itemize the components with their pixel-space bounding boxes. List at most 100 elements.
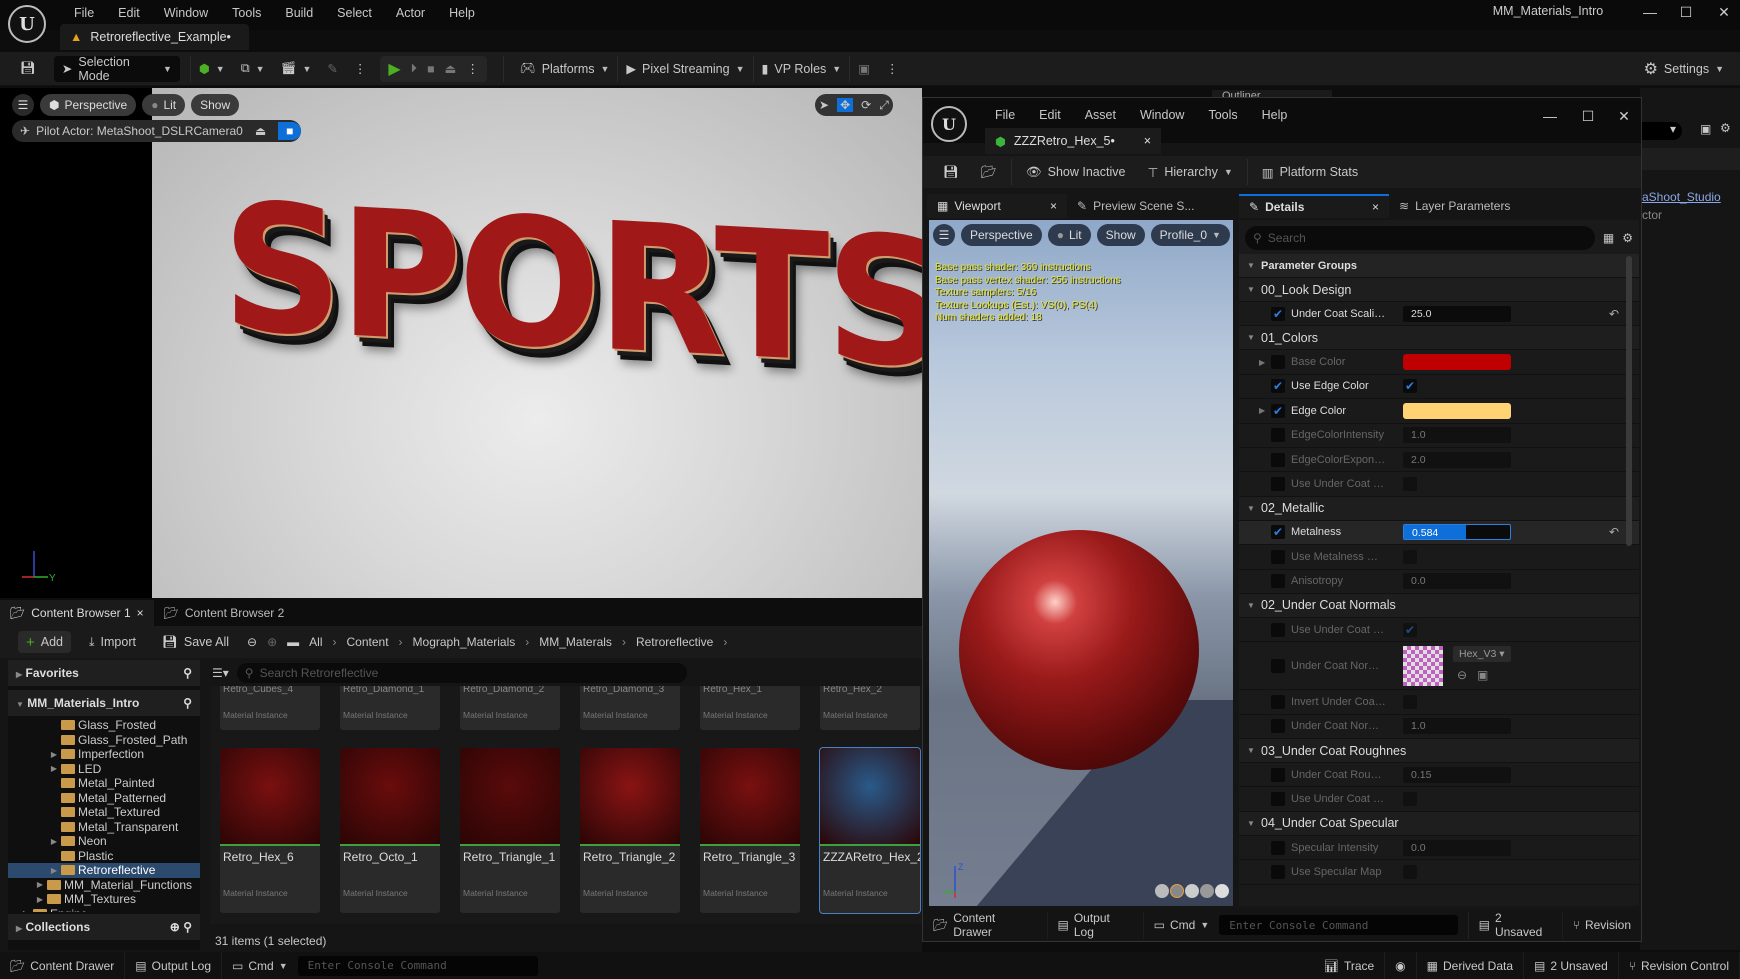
profile-dropdown[interactable]: Profile_0 ▼ <box>1150 224 1230 246</box>
viewport-scene[interactable]: SPORTS <box>152 88 922 598</box>
asset-tile[interactable]: ZZZARetro_Hex_2 Material Instance <box>819 747 921 914</box>
parameter-value-input[interactable]: 25.0 <box>1403 305 1511 322</box>
breadcrumb-all[interactable]: All <box>309 635 322 649</box>
details-search-input[interactable]: ⚲ Search <box>1245 226 1595 250</box>
override-checkbox[interactable]: ✔ <box>1271 403 1285 418</box>
preview-show-button[interactable]: Show <box>1096 224 1145 246</box>
play-icon[interactable]: ▶ <box>388 59 400 79</box>
lit-button[interactable]: ● Lit <box>142 94 186 116</box>
texture-thumbnail[interactable] <box>1403 645 1443 686</box>
asset-tile[interactable]: Retro_Hex_1 Material Instance <box>700 686 800 730</box>
eject-pilot-icon[interactable]: ⏏ <box>249 124 272 138</box>
me-revision-button[interactable]: ⑂ Revision <box>1563 912 1641 939</box>
folder-tree-item[interactable]: Metal_Textured <box>8 805 200 820</box>
parameter-checkbox[interactable] <box>1403 549 1417 564</box>
folder-tree-item[interactable]: ▶ Neon <box>8 834 200 849</box>
override-checkbox[interactable] <box>1271 428 1285 443</box>
override-checkbox[interactable] <box>1271 549 1285 564</box>
platforms-dropdown[interactable]: 🎮︎ Platforms ▼ <box>512 56 618 82</box>
asset-tile[interactable]: Retro_Triangle_1 Material Instance <box>460 748 560 913</box>
add-collection-icon[interactable]: ⊕ <box>170 920 180 934</box>
breadcrumb-retroreflective[interactable]: Retroreflective <box>636 635 713 649</box>
tab-layer-parameters[interactable]: ≋ Layer Parameters <box>1389 194 1520 218</box>
actor-link[interactable]: aShoot_Studio <box>1642 190 1721 204</box>
output-log-button[interactable]: ▤ Output Log <box>125 952 223 979</box>
step-icon[interactable]: ⏵ <box>411 61 417 76</box>
me-content-drawer-button[interactable]: 📂︎ Content Drawer <box>923 911 1048 939</box>
content-drawer-button[interactable]: 📂︎ Content Drawer <box>0 952 126 979</box>
expand-arrow-icon[interactable]: ▶ <box>36 895 44 904</box>
parameter-checkbox[interactable]: ✔ <box>1403 379 1417 394</box>
details-scrollbar[interactable] <box>1626 256 1632 546</box>
folder-tree-item[interactable]: ▶ LED <box>8 762 200 777</box>
browse-icon[interactable]: ▣ <box>1477 668 1488 682</box>
preview-perspective-button[interactable]: Perspective <box>961 224 1042 246</box>
sphere-mesh-icon[interactable] <box>1170 884 1184 898</box>
trace-button[interactable]: 📊︎ Trace <box>1314 952 1386 979</box>
me-menu-help[interactable]: Help <box>1250 104 1300 126</box>
asset-tile[interactable]: Retro_Cubes_4 Material Instance <box>220 686 320 730</box>
tab-content-browser-1[interactable]: 📂︎ Content Browser 1 × <box>0 600 154 626</box>
me-menu-file[interactable]: File <box>983 104 1027 126</box>
parameter-group-header[interactable]: ▼ 00_Look Design <box>1239 278 1639 302</box>
outliner-filter-dropdown[interactable]: ▾ <box>1642 122 1682 140</box>
minimize-button[interactable]: — <box>1636 4 1664 24</box>
close-tab-icon[interactable]: × <box>1372 200 1379 214</box>
tab-preview-scene[interactable]: ✎ Preview Scene S... <box>1067 194 1204 218</box>
search-icon[interactable]: ⚲ <box>183 696 192 710</box>
override-checkbox[interactable]: ✔ <box>1271 379 1285 394</box>
parameter-group-header[interactable]: ▼ 03_Under Coat Roughnes <box>1239 739 1639 764</box>
close-button[interactable]: ✕ <box>1710 4 1738 24</box>
parameter-value-input[interactable]: 0.15 <box>1403 766 1511 783</box>
folder-tree-item[interactable]: ▶ MM_Material_Functions <box>8 878 200 893</box>
breadcrumb-mm-materials[interactable]: MM_Materals <box>539 635 612 649</box>
cylinder-icon[interactable] <box>1155 884 1169 898</box>
reset-to-default-icon[interactable]: ↶ <box>1609 307 1619 321</box>
expand-arrow-icon[interactable]: ▶ <box>22 909 30 912</box>
asset-tile[interactable]: Retro_Diamond_2 Material Instance <box>460 686 560 730</box>
selection-mode-dropdown[interactable]: ➤ Selection Mode ▼ <box>53 55 180 83</box>
me-menu-edit[interactable]: Edit <box>1027 104 1073 126</box>
plane-icon[interactable] <box>1185 884 1199 898</box>
override-checkbox[interactable] <box>1271 574 1285 589</box>
parameter-checkbox[interactable] <box>1403 792 1417 807</box>
parameter-group-header[interactable]: ▼ 02_Metallic <box>1239 496 1639 521</box>
override-checkbox[interactable] <box>1271 864 1285 879</box>
add-actor-button[interactable]: ⬢ ▼ <box>191 56 233 82</box>
material-asset-tab[interactable]: ⬢ ZZZRetro_Hex_5• × <box>985 128 1161 154</box>
reset-to-default-icon[interactable]: ↶ <box>1609 525 1619 539</box>
folder-tree-item[interactable]: ▶Engine <box>8 907 200 912</box>
close-tab-icon[interactable]: × <box>1050 199 1057 213</box>
me-console-input[interactable]: Enter Console Command <box>1219 915 1458 935</box>
preview-lit-button[interactable]: ● Lit <box>1047 224 1091 246</box>
me-minimize-button[interactable]: — <box>1536 108 1564 128</box>
expand-arrow-icon[interactable]: ▶ <box>50 837 58 846</box>
override-checkbox[interactable] <box>1271 792 1285 807</box>
me-close-button[interactable]: ✕ <box>1610 108 1638 128</box>
more-options-button[interactable]: ⋮ <box>346 56 375 82</box>
menu-help[interactable]: Help <box>437 2 487 24</box>
texture-dropdown[interactable]: Hex_V3 ▾ <box>1453 646 1511 663</box>
folder-tree-item[interactable]: ▶ MM_Textures <box>8 892 200 907</box>
asset-tile[interactable]: Retro_Diamond_3 Material Instance <box>580 686 680 730</box>
add-button[interactable]: + Add <box>18 631 72 653</box>
override-checkbox[interactable] <box>1271 767 1285 782</box>
forward-icon[interactable]: ⊕ <box>267 635 277 649</box>
parameter-checkbox[interactable] <box>1403 864 1417 879</box>
override-checkbox[interactable] <box>1271 658 1285 673</box>
tab-details[interactable]: ✎ Details × <box>1239 194 1389 218</box>
folder-tree-item[interactable]: Metal_Painted <box>8 776 200 791</box>
parameter-value-input[interactable]: 0.0 <box>1403 573 1511 590</box>
override-checkbox[interactable] <box>1271 355 1285 370</box>
cmd-dropdown[interactable]: ▭ Cmd ▼ <box>222 952 298 979</box>
table-view-icon[interactable]: ▦ <box>1603 231 1614 245</box>
save-button[interactable]: 💾︎ <box>12 56 44 82</box>
console-input[interactable]: Enter Console Command <box>297 955 538 976</box>
me-cmd-dropdown[interactable]: ▭ Cmd ▼ <box>1144 912 1220 939</box>
derived-data-button[interactable]: ▦ Derived Data <box>1417 952 1525 979</box>
expand-arrow-icon[interactable]: ▶ <box>50 866 58 875</box>
blueprint-button[interactable]: ⧉ ▼ <box>233 56 273 82</box>
metalness-slider[interactable]: 0.584 <box>1403 524 1511 541</box>
expand-arrow-icon[interactable]: ▶ <box>1259 406 1265 415</box>
unsaved-button[interactable]: ▤ 2 Unsaved <box>1524 952 1619 979</box>
